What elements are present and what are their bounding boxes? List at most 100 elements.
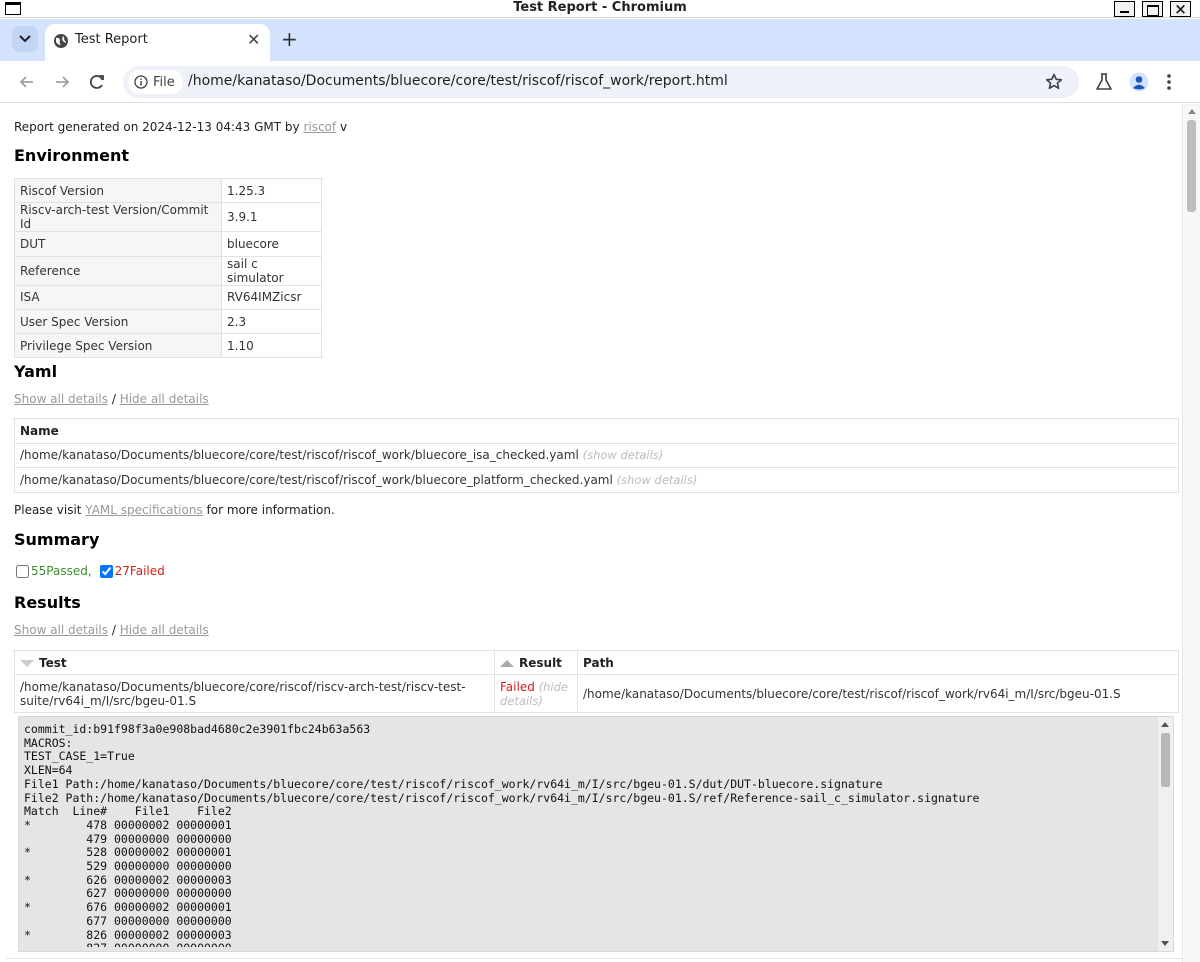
table-row[interactable]: /home/kanataso/Documents/bluecore/core/t… <box>14 467 1179 493</box>
table-row[interactable]: /home/kanataso/Documents/bluecore/core/t… <box>14 442 1179 468</box>
failed-count: 27Failed <box>114 564 165 578</box>
results-hide-all-link[interactable]: Hide all details <box>120 623 209 637</box>
yaml-table: Name /home/kanataso/Documents/bluecore/c… <box>14 418 1179 493</box>
table-row: Riscof Version 1.25.3 <box>14 177 322 204</box>
show-details-toggle[interactable]: (show details) <box>583 448 664 462</box>
env-key: Riscof Version <box>14 177 222 204</box>
col-name-header[interactable]: Name <box>14 418 1179 444</box>
env-key: User Spec Version <box>14 308 222 335</box>
scroll-down-arrow-icon[interactable] <box>1161 941 1169 946</box>
result-log-panel[interactable]: commit_id:b91f98f3a0e908bad4680c2e3901fb… <box>18 716 1174 952</box>
separator: / <box>108 623 120 637</box>
env-key: Riscv-arch-test Version/Commit Id <box>14 202 222 233</box>
failed-filter-checkbox[interactable] <box>99 564 113 578</box>
col-path-header[interactable]: Path <box>577 650 1179 675</box>
tab-close-button[interactable]: ✕ <box>247 32 260 48</box>
page-scrollbar[interactable] <box>1182 104 1200 962</box>
new-tab-button[interactable]: + <box>281 29 298 49</box>
profile-avatar-icon[interactable] <box>1129 72 1149 92</box>
table-header-row: Name <box>14 418 1179 444</box>
table-header-row: Test Result Path <box>14 650 1179 675</box>
table-row: DUT bluecore <box>14 231 322 257</box>
sort-arrow-up-icon <box>500 656 519 670</box>
back-arrow-icon[interactable] <box>17 72 37 92</box>
results-heading: Results <box>14 593 81 612</box>
table-row: User Spec Version 2.3 <box>14 308 322 335</box>
info-icon <box>134 75 148 89</box>
results-show-all-link[interactable]: Show all details <box>14 623 108 637</box>
log-scrollbar-thumb[interactable] <box>1161 733 1170 787</box>
col-test-label: Test <box>39 655 67 670</box>
result-status: Failed <box>500 679 535 694</box>
summary-heading: Summary <box>14 530 100 549</box>
col-result-header[interactable]: Result <box>494 650 578 675</box>
col-result-label: Result <box>519 655 562 670</box>
env-value: 3.9.1 <box>221 202 322 233</box>
table-row: Privilege Spec Version 1.10 <box>14 333 322 359</box>
window-titlebar: Test Report - Chromium × <box>0 0 1200 18</box>
env-value: 2.3 <box>221 308 322 335</box>
result-log-text: commit_id:b91f98f3a0e908bad4680c2e3901fb… <box>24 723 980 947</box>
yaml-specifications-link[interactable]: YAML specifications <box>85 503 202 517</box>
labs-flask-icon[interactable] <box>1095 72 1113 92</box>
yaml-show-hide: Show all details / Hide all details <box>14 392 209 406</box>
results-table: Test Result Path /home/kanataso/Document… <box>14 650 1179 713</box>
results-show-hide: Show all details / Hide all details <box>14 623 209 637</box>
passed-filter-checkbox[interactable] <box>16 564 29 578</box>
env-value: sail c simulator <box>221 255 322 286</box>
page-scrollbar-thumb[interactable] <box>1187 120 1196 212</box>
path-cell: /home/kanataso/Documents/bluecore/core/t… <box>577 674 1179 713</box>
env-value: bluecore <box>221 231 322 257</box>
yaml-file-name: /home/kanataso/Documents/bluecore/core/t… <box>20 472 613 487</box>
yaml-cell: /home/kanataso/Documents/bluecore/core/t… <box>14 467 1179 493</box>
reload-icon[interactable] <box>87 72 107 92</box>
env-key: DUT <box>14 231 222 257</box>
scroll-up-arrow-icon[interactable] <box>1188 109 1196 114</box>
globe-icon <box>54 34 68 48</box>
tab-title: Test Report <box>75 32 148 47</box>
minimize-button[interactable] <box>1114 1 1135 17</box>
table-row: Reference sail c simulator <box>14 255 322 286</box>
passed-count: 55Passed, <box>31 564 92 578</box>
riscof-link[interactable]: riscof <box>303 120 336 134</box>
browser-toolbar: File /home/kanataso/Documents/bluecore/c… <box>0 61 1200 103</box>
col-test-header[interactable]: Test <box>14 650 495 675</box>
address-bar[interactable]: File /home/kanataso/Documents/bluecore/c… <box>123 66 1079 98</box>
test-cell: /home/kanataso/Documents/bluecore/core/r… <box>14 674 495 713</box>
generated-suffix: v <box>336 120 348 134</box>
visit-suffix: for more information. <box>202 503 335 517</box>
table-row[interactable]: /home/kanataso/Documents/bluecore/core/r… <box>14 674 1179 713</box>
generated-prefix: Report generated on 2024-12-13 04:43 GMT… <box>14 120 304 134</box>
site-info-chip[interactable]: File <box>128 70 183 94</box>
yaml-cell: /home/kanataso/Documents/bluecore/core/t… <box>14 442 1179 468</box>
url-text[interactable]: /home/kanataso/Documents/bluecore/core/t… <box>188 73 728 89</box>
env-key: Reference <box>14 255 222 286</box>
forward-arrow-icon[interactable] <box>52 72 72 92</box>
env-value: 1.25.3 <box>221 177 322 204</box>
env-key: Privilege Spec Version <box>14 333 222 359</box>
env-value: 1.10 <box>221 333 322 359</box>
page-viewport: Report generated on 2024-12-13 04:43 GMT… <box>6 104 1182 962</box>
maximize-button[interactable] <box>1142 1 1163 17</box>
summary-filters: 55Passed, 27Failed <box>16 564 165 578</box>
chevron-down-icon <box>19 35 31 43</box>
yaml-hide-all-link[interactable]: Hide all details <box>120 392 209 406</box>
generated-line: Report generated on 2024-12-13 04:43 GMT… <box>14 120 347 134</box>
result-cell: Failed (hide details) <box>494 674 578 713</box>
tab-strip: Test Report ✕ + <box>0 19 1200 61</box>
tab-test-report[interactable]: Test Report ✕ <box>45 24 270 61</box>
separator: / <box>108 392 120 406</box>
table-row: ISA RV64IMZicsr <box>14 284 322 310</box>
bookmark-star-icon[interactable] <box>1044 72 1064 92</box>
log-scrollbar[interactable] <box>1158 717 1173 951</box>
yaml-show-all-link[interactable]: Show all details <box>14 392 108 406</box>
show-details-toggle[interactable]: (show details) <box>617 473 698 487</box>
environment-table: Riscof Version 1.25.3 Riscv-arch-test Ver… <box>14 177 322 359</box>
site-info-label: File <box>153 74 175 90</box>
window-title: Test Report - Chromium <box>513 0 687 15</box>
tab-search-button[interactable] <box>12 26 38 52</box>
scroll-up-arrow-icon[interactable] <box>1161 722 1169 727</box>
close-window-button[interactable]: × <box>1170 0 1191 18</box>
env-key: ISA <box>14 284 222 310</box>
more-options-icon[interactable] <box>1166 72 1172 92</box>
